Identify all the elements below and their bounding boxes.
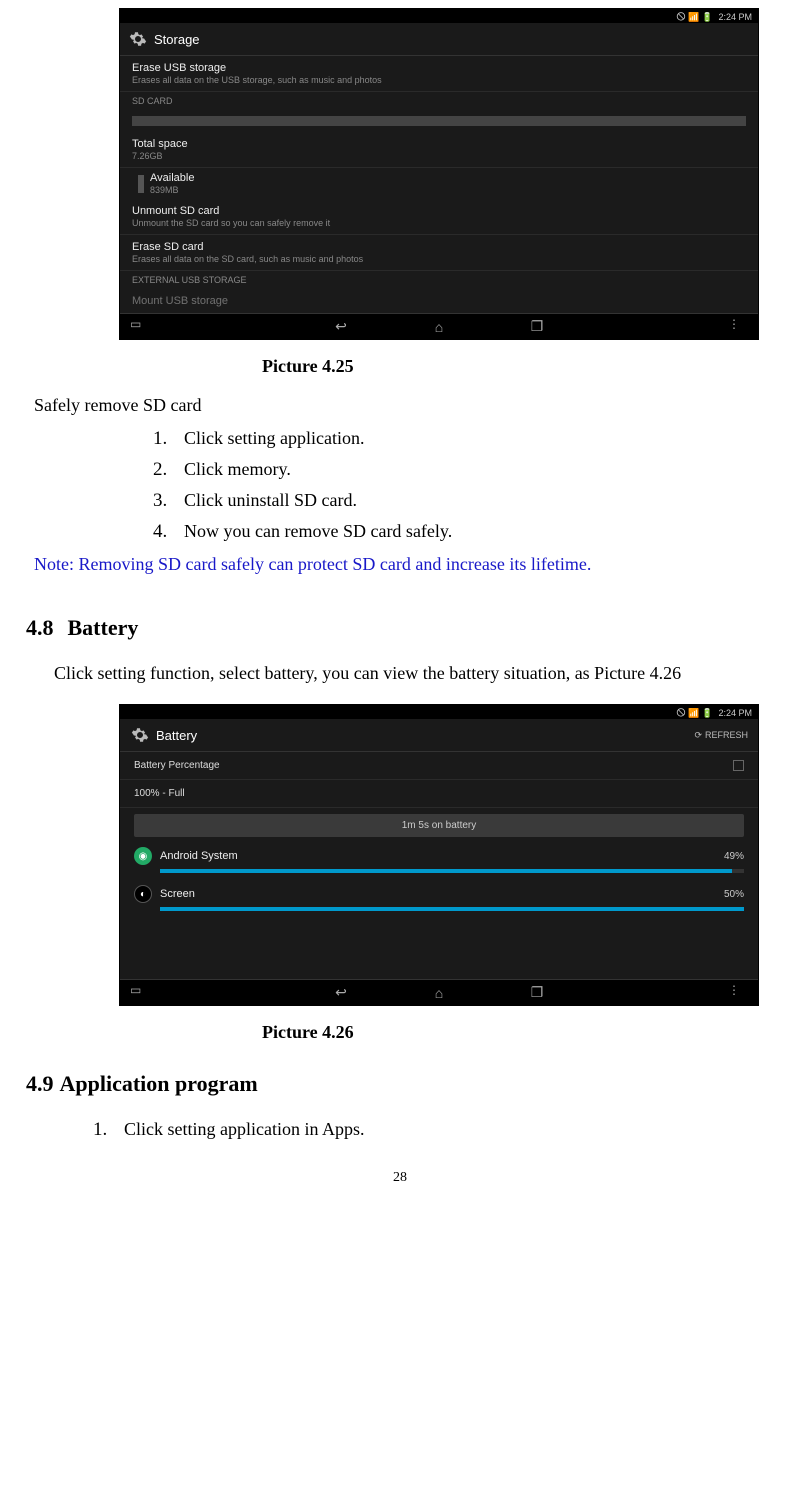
usage-percent: 49% — [724, 851, 744, 862]
step-item: Click uninstall SD card. — [172, 490, 788, 511]
screenshot-icon[interactable]: ▭ — [130, 983, 150, 1003]
usage-percent: 50% — [724, 889, 744, 900]
nav-bar: ▭ ↩ ⌂ ❐ ⋮ — [120, 313, 758, 339]
refresh-button[interactable]: ⟳ REFRESH — [694, 730, 748, 741]
section-number: 4.8 — [26, 615, 54, 640]
usage-label: Android System — [160, 850, 716, 862]
item-title: Erase SD card — [132, 241, 746, 253]
back-icon[interactable]: ↩ — [332, 984, 350, 1002]
usage-row-screen[interactable]: ◐ Screen 50% — [120, 881, 758, 905]
refresh-icon: ⟳ — [694, 730, 702, 741]
refresh-label: REFRESH — [705, 730, 748, 740]
home-icon[interactable]: ⌂ — [430, 318, 448, 336]
usage-bar — [160, 907, 744, 911]
screenshot-battery: 🛇 📶 🔋 2:24 PM Battery ⟳ REFRESH Battery … — [119, 704, 759, 1006]
android-icon: ◉ — [134, 847, 152, 865]
note-text: Note: Removing SD card safely can protec… — [34, 554, 788, 575]
item-sub: Unmount the SD card so you can safely re… — [132, 218, 746, 228]
step-item: Now you can remove SD card safely. — [172, 521, 788, 542]
mount-usb-item: Mount USB storage — [120, 289, 758, 313]
status-indicators: 🛇 📶 🔋 — [676, 708, 713, 718]
lead-text: Click setting function, select battery, … — [54, 663, 788, 684]
item-title: Unmount SD card — [132, 205, 746, 217]
page-title: Battery — [156, 728, 197, 743]
battery-time-banner[interactable]: 1m 5s on battery — [134, 814, 744, 837]
page-title: Storage — [154, 32, 200, 47]
section-title: Application program — [60, 1071, 258, 1096]
item-title: Total space — [132, 138, 746, 150]
gear-icon — [130, 725, 150, 745]
battery-percentage-row[interactable]: Battery Percentage — [120, 752, 758, 780]
home-icon[interactable]: ⌂ — [430, 984, 448, 1002]
status-time: 2:24 PM — [718, 708, 752, 718]
erase-usb-item[interactable]: Erase USB storage Erases all data on the… — [120, 56, 758, 92]
screenshot-storage: 🛇 📶 🔋 2:24 PM Storage Erase USB storage … — [119, 8, 759, 340]
page-number: 28 — [12, 1170, 788, 1186]
battery-full-row[interactable]: 100% - Full — [120, 780, 758, 808]
item-title: Erase USB storage — [132, 62, 746, 74]
external-usb-header: EXTERNAL USB STORAGE — [120, 271, 758, 289]
total-space-item[interactable]: Total space 7.26GB — [120, 132, 758, 168]
status-indicators: 🛇 📶 🔋 — [676, 12, 713, 22]
erase-sd-item[interactable]: Erase SD card Erases all data on the SD … — [120, 235, 758, 271]
steps-list: Click setting application in Apps. — [112, 1119, 788, 1140]
status-bar: 🛇 📶 🔋 2:24 PM — [120, 9, 758, 23]
menu-icon[interactable]: ⋮ — [728, 983, 748, 1003]
status-bar: 🛇 📶 🔋 2:24 PM — [120, 705, 758, 719]
item-title: Mount USB storage — [132, 295, 746, 307]
swatch-icon — [138, 175, 144, 193]
menu-icon[interactable]: ⋮ — [728, 317, 748, 337]
section-heading-battery: 4.8 Battery — [26, 615, 788, 641]
row-label: 100% - Full — [134, 788, 185, 799]
storage-bar — [120, 110, 758, 132]
sd-card-header: SD CARD — [120, 92, 758, 110]
gear-icon — [128, 29, 148, 49]
item-sub: Erases all data on the SD card, such as … — [132, 254, 746, 264]
nav-bar: ▭ ↩ ⌂ ❐ ⋮ — [120, 979, 758, 1005]
usage-label: Screen — [160, 888, 716, 900]
section-heading-application: 4.9Application program — [26, 1071, 788, 1097]
available-row: Available 839MB — [120, 168, 758, 199]
screen-icon: ◐ — [134, 885, 152, 903]
unmount-sd-item[interactable]: Unmount SD card Unmount the SD card so y… — [120, 199, 758, 235]
checkbox-icon[interactable] — [733, 760, 744, 771]
section-title: Battery — [68, 615, 139, 640]
back-icon[interactable]: ↩ — [332, 318, 350, 336]
usage-row-android[interactable]: ◉ Android System 49% — [120, 843, 758, 867]
steps-list: Click setting application. Click memory.… — [172, 428, 788, 542]
recent-icon[interactable]: ❐ — [528, 984, 546, 1002]
step-item: Click setting application. — [172, 428, 788, 449]
recent-icon[interactable]: ❐ — [528, 318, 546, 336]
section-number: 4.9 — [26, 1071, 54, 1096]
screenshot-icon[interactable]: ▭ — [130, 317, 150, 337]
settings-header: Battery ⟳ REFRESH — [120, 719, 758, 752]
figure-caption: Picture 4.25 — [262, 356, 788, 377]
safely-remove-heading: Safely remove SD card — [34, 395, 788, 416]
item-value: 839MB — [150, 185, 194, 195]
step-item: Click memory. — [172, 459, 788, 480]
row-label: Battery Percentage — [134, 760, 220, 771]
document-page: 🛇 📶 🔋 2:24 PM Storage Erase USB storage … — [0, 0, 800, 1226]
settings-header: Storage — [120, 23, 758, 56]
step-item: Click setting application in Apps. — [112, 1119, 788, 1140]
status-time: 2:24 PM — [718, 12, 752, 22]
item-sub: Erases all data on the USB storage, such… — [132, 75, 746, 85]
item-title: Available — [150, 172, 194, 184]
usage-bar — [160, 869, 744, 873]
figure-caption: Picture 4.26 — [262, 1022, 788, 1043]
item-value: 7.26GB — [132, 151, 746, 161]
